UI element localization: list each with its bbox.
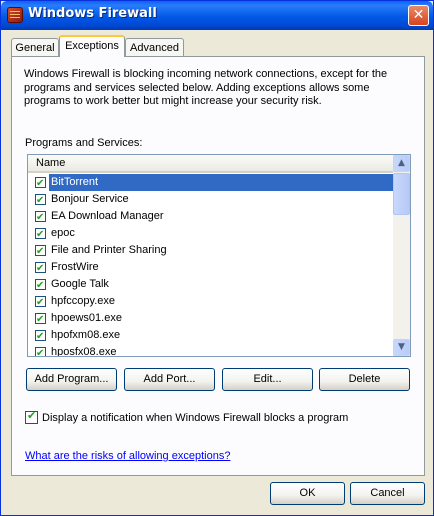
list-item[interactable]: BitTorrent	[28, 174, 394, 192]
list-item-label: Google Talk	[51, 278, 109, 290]
name-column-header[interactable]: Name	[28, 155, 394, 173]
delete-button[interactable]: Delete	[319, 368, 410, 391]
list-item[interactable]: hpoews01.exe	[28, 310, 394, 328]
tab-general[interactable]: General	[11, 38, 59, 58]
windows-firewall-dialog: Windows Firewall ✕ General Exceptions Ad…	[0, 0, 434, 516]
checkbox[interactable]	[35, 328, 46, 345]
list-item-label: hpoews01.exe	[51, 312, 122, 324]
firewall-icon	[7, 7, 23, 23]
notify-checkbox-label[interactable]: Display a notification when Windows Fire…	[42, 412, 348, 424]
list-item-label: BitTorrent	[49, 174, 394, 191]
list-item[interactable]: Bonjour Service	[28, 191, 394, 209]
list-item[interactable]: Google Talk	[28, 276, 394, 294]
edit-button[interactable]: Edit...	[222, 368, 313, 391]
scroll-thumb[interactable]	[393, 173, 410, 215]
checkbox[interactable]	[35, 260, 46, 277]
list-item-label: epoc	[51, 227, 75, 239]
checkbox[interactable]	[35, 294, 46, 311]
add-program-button[interactable]: Add Program...	[26, 368, 117, 391]
add-port-button[interactable]: Add Port...	[124, 368, 215, 391]
programs-label: Programs and Services:	[25, 137, 143, 149]
list-item[interactable]: hpofxm08.exe	[28, 327, 394, 345]
cancel-button[interactable]: Cancel	[350, 482, 425, 505]
tab-exceptions[interactable]: Exceptions	[59, 35, 125, 57]
scroll-down-arrow-icon[interactable]: ▼	[393, 339, 410, 356]
list-item[interactable]: epoc	[28, 225, 394, 243]
checkbox[interactable]	[35, 209, 46, 226]
list-item[interactable]: EA Download Manager	[28, 208, 394, 226]
list-item[interactable]: hposfx08.exe	[28, 344, 394, 357]
scroll-up-arrow-icon[interactable]: ▲	[393, 155, 410, 172]
close-button[interactable]: ✕	[408, 5, 429, 26]
programs-list[interactable]: Name BitTorrent Bonjour Service EA Downl…	[27, 154, 411, 357]
checkbox[interactable]	[35, 192, 46, 209]
list-item-label: hpfccopy.exe	[51, 295, 116, 307]
risks-help-link[interactable]: What are the risks of allowing exception…	[25, 450, 230, 462]
list-item-label: hpofxm08.exe	[51, 329, 121, 341]
window-title: Windows Firewall	[28, 6, 157, 21]
notify-checkbox[interactable]	[25, 409, 38, 424]
checkbox[interactable]	[35, 277, 46, 294]
checkbox[interactable]	[35, 226, 46, 243]
list-item[interactable]: hpfccopy.exe	[28, 293, 394, 311]
list-item-label: File and Printer Sharing	[51, 244, 167, 256]
checkbox[interactable]	[35, 243, 46, 260]
tab-advanced[interactable]: Advanced	[125, 38, 184, 58]
title-bar[interactable]: Windows Firewall ✕	[1, 1, 433, 30]
list-item-label: hposfx08.exe	[51, 346, 117, 357]
intro-text: Windows Firewall is blocking incoming ne…	[24, 68, 388, 107]
list-item-label: EA Download Manager	[51, 210, 164, 222]
programs-rows: BitTorrent Bonjour Service EA Download M…	[28, 174, 394, 357]
vertical-scrollbar[interactable]: ▲ ▼	[393, 155, 410, 356]
checkbox[interactable]	[35, 311, 46, 328]
list-item-label: FrostWire	[51, 261, 99, 273]
checkbox[interactable]	[35, 175, 46, 192]
ok-button[interactable]: OK	[270, 482, 345, 505]
list-item-label: Bonjour Service	[51, 193, 129, 205]
list-item[interactable]: File and Printer Sharing	[28, 242, 394, 260]
checkbox[interactable]	[35, 345, 46, 356]
list-item[interactable]: FrostWire	[28, 259, 394, 277]
